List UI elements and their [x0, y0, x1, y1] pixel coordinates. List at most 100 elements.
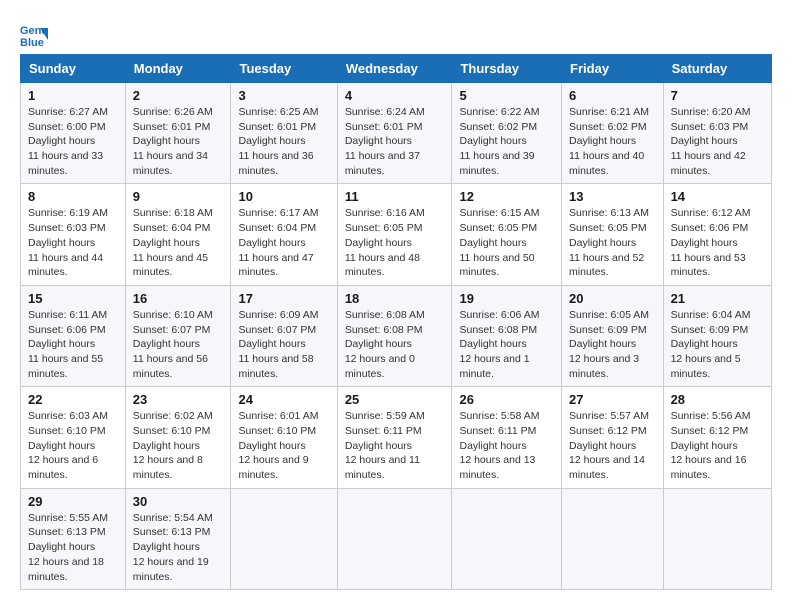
day-number: 15: [28, 291, 118, 306]
calendar-cell: 26 Sunrise: 5:58 AMSunset: 6:11 PMDaylig…: [452, 387, 562, 488]
calendar-cell: 12 Sunrise: 6:15 AMSunset: 6:05 PMDaylig…: [452, 184, 562, 285]
weekday-header-tuesday: Tuesday: [231, 55, 337, 83]
calendar-week-row: 1 Sunrise: 6:27 AMSunset: 6:00 PMDayligh…: [21, 83, 772, 184]
day-number: 16: [133, 291, 224, 306]
calendar-cell: 21 Sunrise: 6:04 AMSunset: 6:09 PMDaylig…: [663, 285, 771, 386]
day-info: Sunrise: 6:26 AMSunset: 6:01 PMDaylight …: [133, 105, 224, 178]
weekday-header-saturday: Saturday: [663, 55, 771, 83]
day-number: 25: [345, 392, 445, 407]
calendar-cell: [337, 488, 452, 589]
calendar-cell: 22 Sunrise: 6:03 AMSunset: 6:10 PMDaylig…: [21, 387, 126, 488]
day-info: Sunrise: 5:58 AMSunset: 6:11 PMDaylight …: [459, 409, 554, 482]
day-info: Sunrise: 6:11 AMSunset: 6:06 PMDaylight …: [28, 308, 118, 381]
calendar-cell: 19 Sunrise: 6:06 AMSunset: 6:08 PMDaylig…: [452, 285, 562, 386]
svg-text:Blue: Blue: [20, 37, 44, 48]
day-number: 1: [28, 88, 118, 103]
day-number: 3: [238, 88, 329, 103]
day-number: 19: [459, 291, 554, 306]
day-info: Sunrise: 5:54 AMSunset: 6:13 PMDaylight …: [133, 511, 224, 584]
day-info: Sunrise: 6:05 AMSunset: 6:09 PMDaylight …: [569, 308, 656, 381]
calendar-cell: 8 Sunrise: 6:19 AMSunset: 6:03 PMDayligh…: [21, 184, 126, 285]
day-info: Sunrise: 6:19 AMSunset: 6:03 PMDaylight …: [28, 206, 118, 279]
day-info: Sunrise: 6:09 AMSunset: 6:07 PMDaylight …: [238, 308, 329, 381]
day-number: 5: [459, 88, 554, 103]
calendar-cell: 30 Sunrise: 5:54 AMSunset: 6:13 PMDaylig…: [125, 488, 231, 589]
day-number: 23: [133, 392, 224, 407]
calendar-cell: [452, 488, 562, 589]
calendar-cell: 27 Sunrise: 5:57 AMSunset: 6:12 PMDaylig…: [562, 387, 664, 488]
day-number: 12: [459, 189, 554, 204]
day-info: Sunrise: 6:10 AMSunset: 6:07 PMDaylight …: [133, 308, 224, 381]
day-number: 17: [238, 291, 329, 306]
calendar-cell: 17 Sunrise: 6:09 AMSunset: 6:07 PMDaylig…: [231, 285, 337, 386]
day-number: 2: [133, 88, 224, 103]
day-info: Sunrise: 6:16 AMSunset: 6:05 PMDaylight …: [345, 206, 445, 279]
day-info: Sunrise: 6:21 AMSunset: 6:02 PMDaylight …: [569, 105, 656, 178]
calendar-cell: 14 Sunrise: 6:12 AMSunset: 6:06 PMDaylig…: [663, 184, 771, 285]
calendar-cell: 20 Sunrise: 6:05 AMSunset: 6:09 PMDaylig…: [562, 285, 664, 386]
day-info: Sunrise: 6:24 AMSunset: 6:01 PMDaylight …: [345, 105, 445, 178]
day-number: 9: [133, 189, 224, 204]
day-info: Sunrise: 6:01 AMSunset: 6:10 PMDaylight …: [238, 409, 329, 482]
day-number: 21: [671, 291, 764, 306]
day-number: 6: [569, 88, 656, 103]
calendar-cell: 3 Sunrise: 6:25 AMSunset: 6:01 PMDayligh…: [231, 83, 337, 184]
day-info: Sunrise: 6:15 AMSunset: 6:05 PMDaylight …: [459, 206, 554, 279]
day-number: 27: [569, 392, 656, 407]
day-info: Sunrise: 6:25 AMSunset: 6:01 PMDaylight …: [238, 105, 329, 178]
weekday-header-row: SundayMondayTuesdayWednesdayThursdayFrid…: [21, 55, 772, 83]
calendar-cell: 11 Sunrise: 6:16 AMSunset: 6:05 PMDaylig…: [337, 184, 452, 285]
logo-icon: General Blue: [20, 20, 48, 48]
calendar-cell: 7 Sunrise: 6:20 AMSunset: 6:03 PMDayligh…: [663, 83, 771, 184]
day-number: 20: [569, 291, 656, 306]
day-number: 14: [671, 189, 764, 204]
day-number: 13: [569, 189, 656, 204]
weekday-header-friday: Friday: [562, 55, 664, 83]
calendar-cell: 2 Sunrise: 6:26 AMSunset: 6:01 PMDayligh…: [125, 83, 231, 184]
day-info: Sunrise: 6:06 AMSunset: 6:08 PMDaylight …: [459, 308, 554, 381]
calendar-cell: 15 Sunrise: 6:11 AMSunset: 6:06 PMDaylig…: [21, 285, 126, 386]
logo: General Blue: [20, 20, 52, 48]
day-number: 29: [28, 494, 118, 509]
day-info: Sunrise: 6:12 AMSunset: 6:06 PMDaylight …: [671, 206, 764, 279]
day-info: Sunrise: 6:18 AMSunset: 6:04 PMDaylight …: [133, 206, 224, 279]
day-info: Sunrise: 6:22 AMSunset: 6:02 PMDaylight …: [459, 105, 554, 178]
day-info: Sunrise: 5:57 AMSunset: 6:12 PMDaylight …: [569, 409, 656, 482]
calendar-cell: 10 Sunrise: 6:17 AMSunset: 6:04 PMDaylig…: [231, 184, 337, 285]
calendar-cell: 16 Sunrise: 6:10 AMSunset: 6:07 PMDaylig…: [125, 285, 231, 386]
day-info: Sunrise: 5:55 AMSunset: 6:13 PMDaylight …: [28, 511, 118, 584]
day-number: 30: [133, 494, 224, 509]
calendar-week-row: 22 Sunrise: 6:03 AMSunset: 6:10 PMDaylig…: [21, 387, 772, 488]
day-number: 28: [671, 392, 764, 407]
day-number: 22: [28, 392, 118, 407]
calendar-cell: [231, 488, 337, 589]
calendar-cell: [663, 488, 771, 589]
calendar-cell: 9 Sunrise: 6:18 AMSunset: 6:04 PMDayligh…: [125, 184, 231, 285]
day-number: 7: [671, 88, 764, 103]
calendar-cell: 6 Sunrise: 6:21 AMSunset: 6:02 PMDayligh…: [562, 83, 664, 184]
calendar-week-row: 15 Sunrise: 6:11 AMSunset: 6:06 PMDaylig…: [21, 285, 772, 386]
weekday-header-sunday: Sunday: [21, 55, 126, 83]
day-number: 4: [345, 88, 445, 103]
calendar-table: SundayMondayTuesdayWednesdayThursdayFrid…: [20, 54, 772, 590]
calendar-cell: 13 Sunrise: 6:13 AMSunset: 6:05 PMDaylig…: [562, 184, 664, 285]
calendar-cell: 23 Sunrise: 6:02 AMSunset: 6:10 PMDaylig…: [125, 387, 231, 488]
day-info: Sunrise: 6:08 AMSunset: 6:08 PMDaylight …: [345, 308, 445, 381]
day-number: 24: [238, 392, 329, 407]
day-number: 26: [459, 392, 554, 407]
calendar-cell: [562, 488, 664, 589]
weekday-header-wednesday: Wednesday: [337, 55, 452, 83]
day-info: Sunrise: 6:17 AMSunset: 6:04 PMDaylight …: [238, 206, 329, 279]
day-number: 11: [345, 189, 445, 204]
day-info: Sunrise: 5:56 AMSunset: 6:12 PMDaylight …: [671, 409, 764, 482]
day-info: Sunrise: 6:27 AMSunset: 6:00 PMDaylight …: [28, 105, 118, 178]
day-info: Sunrise: 6:04 AMSunset: 6:09 PMDaylight …: [671, 308, 764, 381]
calendar-cell: 25 Sunrise: 5:59 AMSunset: 6:11 PMDaylig…: [337, 387, 452, 488]
calendar-cell: 29 Sunrise: 5:55 AMSunset: 6:13 PMDaylig…: [21, 488, 126, 589]
calendar-cell: 28 Sunrise: 5:56 AMSunset: 6:12 PMDaylig…: [663, 387, 771, 488]
calendar-cell: 24 Sunrise: 6:01 AMSunset: 6:10 PMDaylig…: [231, 387, 337, 488]
day-info: Sunrise: 6:02 AMSunset: 6:10 PMDaylight …: [133, 409, 224, 482]
day-info: Sunrise: 6:20 AMSunset: 6:03 PMDaylight …: [671, 105, 764, 178]
calendar-cell: 18 Sunrise: 6:08 AMSunset: 6:08 PMDaylig…: [337, 285, 452, 386]
day-number: 10: [238, 189, 329, 204]
